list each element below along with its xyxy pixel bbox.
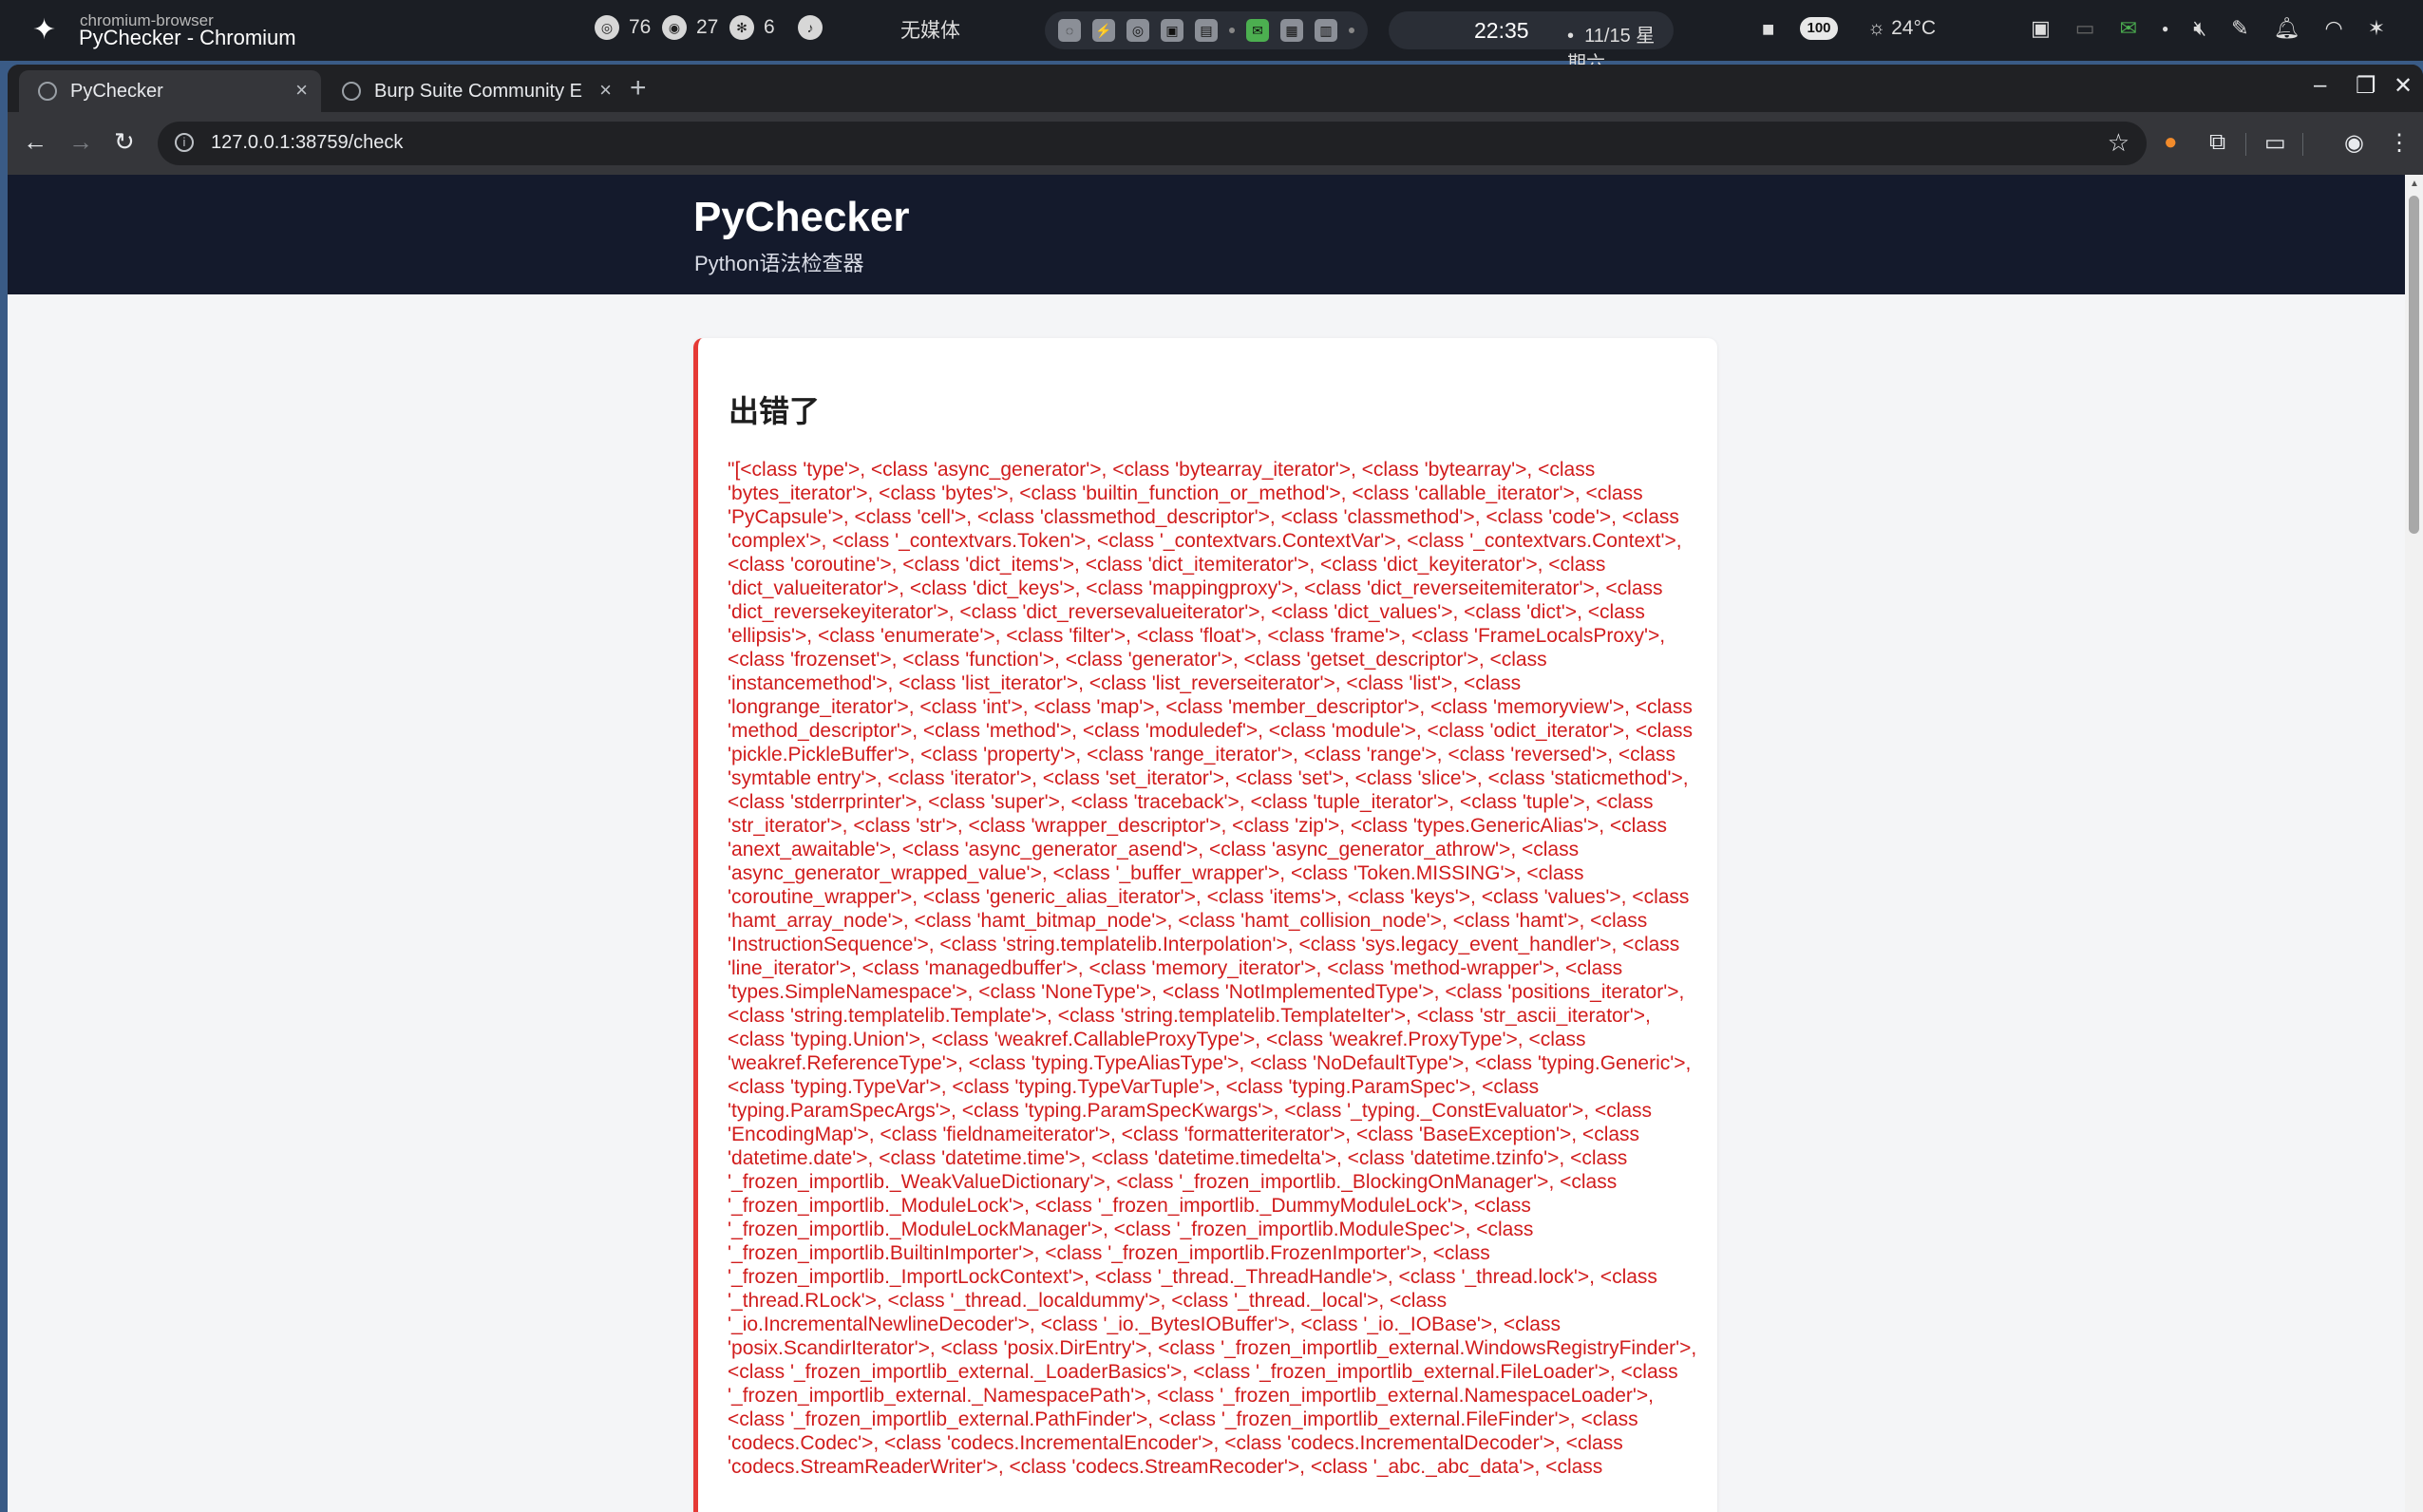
tray-dot: ● <box>2162 22 2169 35</box>
page-scrollbar[interactable]: ▲ <box>2405 175 2423 1512</box>
site-info-icon[interactable]: i <box>175 133 194 152</box>
tray-app-icon[interactable]: ◌ <box>1058 19 1081 42</box>
weather-temp: 24°C <box>1891 17 1937 39</box>
bookmark-star-icon[interactable]: ☆ <box>2108 128 2130 158</box>
close-window-button[interactable]: ✕ <box>2394 72 2413 100</box>
forward-button[interactable]: → <box>68 127 93 157</box>
tray-app-icon[interactable]: ▥ <box>1315 19 1337 42</box>
scrollbar-thumb[interactable] <box>2409 196 2419 534</box>
app-tray-left: ◌ ⚡ ◎ ▣ ▤ ✉ ▦ ▥ <box>1045 11 1368 49</box>
tab-burp-suite[interactable]: Burp Suite Community E × <box>323 70 625 112</box>
new-tab-button[interactable]: + <box>630 72 647 104</box>
tray-dot <box>1349 28 1354 33</box>
memory-value: 27 <box>696 16 719 38</box>
restore-window-button[interactable]: ❐ <box>2356 72 2376 100</box>
tray-app-icon[interactable]: ▣ <box>2031 16 2051 41</box>
error-card: 出错了 "[<class 'type'>, <class 'async_gene… <box>693 338 1717 1512</box>
toolbar-divider <box>2245 133 2246 156</box>
error-message: "[<class 'type'>, <class 'async_generato… <box>728 459 1697 1478</box>
tab-pychecker[interactable]: PyChecker × <box>19 70 321 112</box>
clock-time: 22:35 <box>1474 18 1529 43</box>
globe-icon <box>342 82 361 101</box>
site-title: PyChecker <box>693 194 910 240</box>
clock-widget[interactable]: 22:35 • 11/15 星期六 <box>1389 11 1674 74</box>
music-note-icon: ♪ <box>798 15 823 40</box>
music-stat[interactable]: ♪ <box>798 15 823 40</box>
temperature-value: 6 <box>764 16 775 38</box>
site-subtitle: Python语法检查器 <box>694 252 864 275</box>
minimize-window-button[interactable]: – <box>2314 72 2326 99</box>
app-launcher-icon[interactable]: ✦ <box>32 13 56 47</box>
page-viewport: PyChecker Python语法检查器 出错了 "[<class 'type… <box>8 175 2423 1512</box>
notifications-icon[interactable]: 🔔︎ <box>2274 16 2300 41</box>
bluetooth-off-icon[interactable]: ✶ <box>2368 16 2385 41</box>
tray-app-icon[interactable]: ▭ <box>2075 16 2095 41</box>
system-top-panel: ✦ chromium-browser PyChecker - Chromium … <box>0 0 2423 74</box>
cookie-extension-icon[interactable]: ● <box>2164 129 2178 156</box>
tray-app-icon[interactable]: ▣ <box>1161 19 1183 42</box>
address-bar[interactable]: i 127.0.0.1:38759/check ☆ <box>158 122 2147 165</box>
tray-app-icon[interactable]: ▦ <box>1280 19 1303 42</box>
extensions-icon[interactable]: ⧉ <box>2209 129 2225 156</box>
status-tray-right: ▣ ▭ ✉ ● 🔇︎ ✎ 🔔︎ ◠ ✶ <box>2031 16 2385 41</box>
reload-button[interactable]: ↻ <box>114 127 135 157</box>
scroll-up-arrow-icon[interactable]: ▲ <box>2410 179 2419 189</box>
globe-icon <box>38 82 57 101</box>
cpu-stat[interactable]: ◎ 76 <box>595 15 651 40</box>
close-tab-icon[interactable]: × <box>295 78 308 103</box>
menu-kebab-icon[interactable]: ⋮ <box>2388 129 2411 157</box>
error-heading: 出错了 <box>729 394 821 428</box>
fan-icon: ✻ <box>729 15 754 40</box>
address-url[interactable]: 127.0.0.1:38759/check <box>211 132 403 154</box>
cpu-value: 76 <box>629 16 652 38</box>
cpu-icon: ◎ <box>595 15 619 40</box>
temperature-stat[interactable]: ✻ 6 <box>729 15 775 40</box>
tray-app-icon[interactable]: ▤ <box>1195 19 1218 42</box>
tray-dot <box>1229 28 1235 33</box>
media-status[interactable]: 无媒体 <box>900 15 960 44</box>
battery-badge[interactable]: 100 <box>1800 17 1838 40</box>
tab-title: PyChecker <box>70 80 163 102</box>
wifi-icon[interactable]: ◠ <box>2325 16 2343 41</box>
memory-icon: ◉ <box>662 15 687 40</box>
site-header: PyChecker Python语法检查器 <box>8 175 2405 294</box>
tray-app-icon[interactable]: ◎ <box>1126 19 1149 42</box>
camera-icon[interactable]: ■ <box>1762 17 1774 42</box>
sun-icon: ☼ <box>1867 17 1886 39</box>
tab-title: Burp Suite Community E <box>374 80 582 102</box>
close-tab-icon[interactable]: × <box>599 78 612 103</box>
toolbar-divider <box>2302 133 2303 156</box>
tray-app-icon[interactable]: ⚡ <box>1092 19 1115 42</box>
tab-search-icon[interactable]: ▭ <box>2264 129 2286 157</box>
mic-muted-icon[interactable]: ✎ <box>2231 16 2248 41</box>
back-button[interactable]: ← <box>23 127 47 157</box>
speaker-muted-icon[interactable]: 🔇︎ <box>2193 16 2206 41</box>
weather-widget[interactable]: ☼ 24°C <box>1867 17 1936 40</box>
active-window-title: PyChecker - Chromium <box>79 26 296 49</box>
clock-separator: • <box>1567 26 1575 47</box>
wechat-tray-icon[interactable]: ✉ <box>2120 16 2137 41</box>
browser-window: PyChecker × Burp Suite Community E × + –… <box>8 65 2423 1512</box>
memory-stat[interactable]: ◉ 27 <box>662 15 718 40</box>
tab-strip: PyChecker × Burp Suite Community E × + –… <box>8 65 2423 112</box>
browser-toolbar: ← → ↻ i 127.0.0.1:38759/check ☆ ● ⧉ ▭ ◉ … <box>8 112 2423 175</box>
wechat-icon[interactable]: ✉ <box>1246 19 1269 42</box>
profile-icon[interactable]: ◉ <box>2344 129 2364 157</box>
